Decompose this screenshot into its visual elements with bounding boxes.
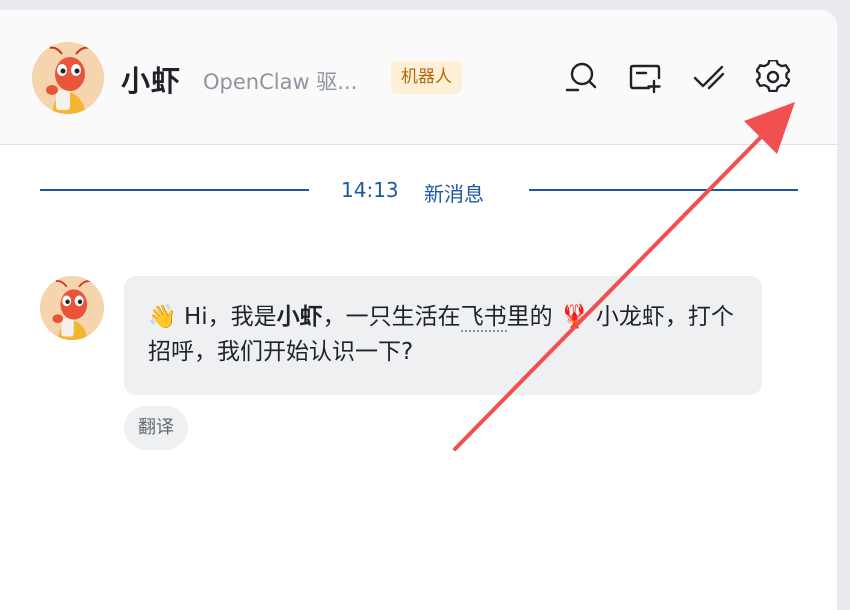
wave-emoji: 👋 xyxy=(148,304,177,330)
mark-done-icon[interactable] xyxy=(692,60,726,94)
message-text: 里的 xyxy=(506,304,560,330)
bot-avatar[interactable] xyxy=(32,42,104,114)
lobster-emoji: 🦞 xyxy=(559,304,589,330)
message-text: Hi，我是 xyxy=(176,304,277,330)
add-window-icon[interactable] xyxy=(628,60,662,94)
divider-label: 新消息 xyxy=(424,182,484,206)
message-avatar[interactable] xyxy=(40,276,104,340)
message-text: ，一只生活在 xyxy=(322,304,461,330)
divider-line-right xyxy=(529,189,798,191)
chat-header: 小虾 OpenClaw 驱... 机器人 xyxy=(0,10,837,145)
chat-window: 小虾 OpenClaw 驱... 机器人 14:13 新消息 👋 Hi，我是小虾… xyxy=(0,10,837,610)
search-icon[interactable] xyxy=(564,60,598,94)
feishu-term[interactable]: 飞书 xyxy=(460,304,507,332)
divider-time: 14:13 xyxy=(341,178,399,202)
divider-line-left xyxy=(40,189,309,191)
settings-icon[interactable] xyxy=(756,60,790,94)
new-messages-divider: 14:13 新消息 xyxy=(40,178,798,206)
bot-badge: 机器人 xyxy=(391,61,462,94)
chat-name[interactable]: 小虾 xyxy=(121,58,181,100)
bot-description: OpenClaw 驱... xyxy=(203,70,358,94)
message-bold-name: 小虾 xyxy=(276,304,323,330)
message-bubble[interactable]: 👋 Hi，我是小虾，一只生活在飞书里的 🦞 小龙虾，打个招呼，我们开始认识一下? xyxy=(124,276,762,395)
translate-button[interactable]: 翻译 xyxy=(124,406,188,450)
